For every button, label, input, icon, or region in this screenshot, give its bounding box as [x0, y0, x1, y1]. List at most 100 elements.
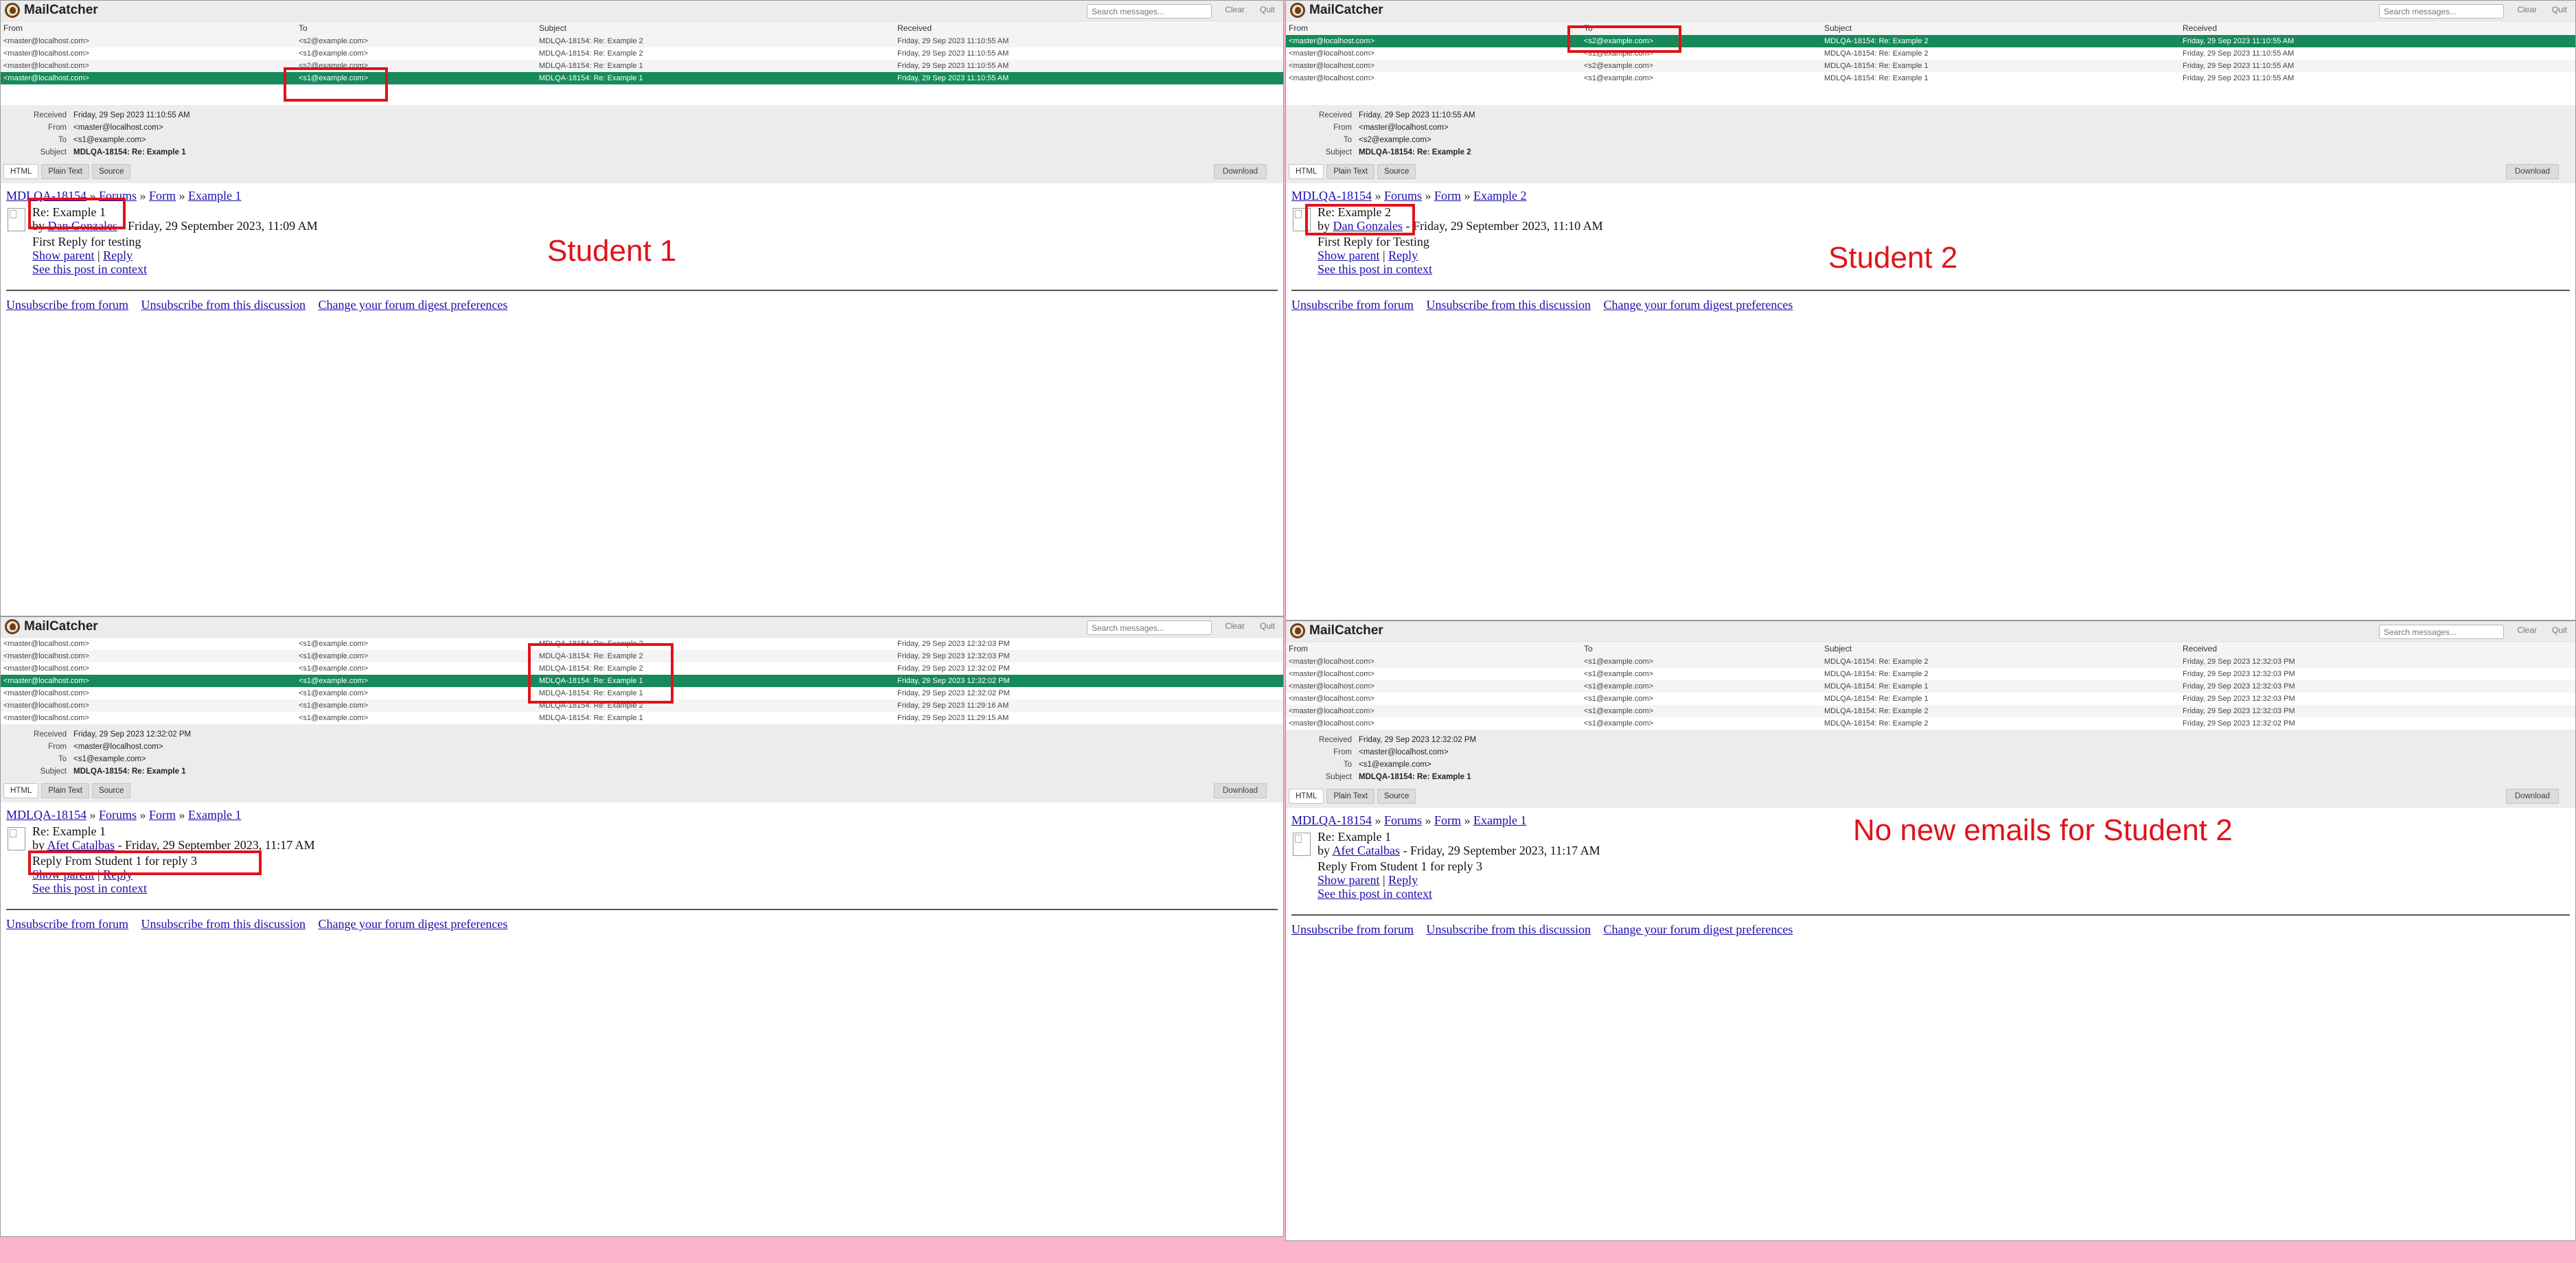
- show-parent-link[interactable]: Show parent: [32, 868, 94, 881]
- quit-button[interactable]: Quit: [2552, 5, 2567, 14]
- message-row-selected[interactable]: <master@localhost.com> <s2@example.com> MD…: [1286, 35, 2575, 47]
- quit-button[interactable]: Quit: [2552, 625, 2567, 635]
- breadcrumb-discussion-link[interactable]: Example 1: [188, 808, 241, 822]
- col-received[interactable]: Received: [897, 23, 1283, 33]
- message-row[interactable]: <master@localhost.com> <s1@example.com> MD…: [1286, 656, 2575, 668]
- message-row[interactable]: <master@localhost.com> <s1@example.com> MD…: [1286, 705, 2575, 717]
- unsubscribe-discussion-link[interactable]: Unsubscribe from this discussion: [141, 917, 305, 931]
- col-from[interactable]: From: [1286, 644, 1584, 653]
- breadcrumb-discussion-link[interactable]: Example 1: [188, 189, 241, 202]
- tab-source[interactable]: Source: [1377, 789, 1416, 804]
- message-row[interactable]: <master@localhost.com> <s1@example.com> MD…: [1, 650, 1283, 662]
- show-parent-link[interactable]: Show parent: [1318, 248, 1379, 262]
- breadcrumb-form-link[interactable]: Form: [1434, 813, 1461, 827]
- download-button[interactable]: Download: [1213, 164, 1267, 179]
- message-row[interactable]: <master@localhost.com> <s1@example.com> MD…: [1, 662, 1283, 675]
- message-row[interactable]: <master@localhost.com> <s1@example.com> MD…: [1286, 693, 2575, 705]
- digest-preferences-link[interactable]: Change your forum digest preferences: [318, 298, 507, 312]
- search-input[interactable]: [1087, 621, 1212, 635]
- unsubscribe-forum-link[interactable]: Unsubscribe from forum: [1291, 298, 1414, 312]
- message-row[interactable]: <master@localhost.com> <s2@example.com> MD…: [1, 35, 1283, 47]
- message-row[interactable]: <master@localhost.com> <s1@example.com> MD…: [1, 638, 1283, 650]
- reply-link[interactable]: Reply: [1388, 248, 1418, 262]
- breadcrumb-course-link[interactable]: MDLQA-18154: [1291, 189, 1372, 202]
- message-row[interactable]: <master@localhost.com> <s1@example.com> MD…: [1286, 668, 2575, 680]
- unsubscribe-discussion-link[interactable]: Unsubscribe from this discussion: [1426, 298, 1590, 312]
- digest-preferences-link[interactable]: Change your forum digest preferences: [1603, 923, 1793, 936]
- clear-button[interactable]: Clear: [1225, 5, 1245, 14]
- tab-plain-text[interactable]: Plain Text: [41, 783, 89, 798]
- breadcrumb-forums-link[interactable]: Forums: [99, 189, 137, 202]
- col-subject[interactable]: Subject: [1824, 23, 2183, 33]
- col-to[interactable]: To: [299, 23, 539, 33]
- tab-html[interactable]: HTML: [1289, 789, 1324, 804]
- col-from[interactable]: From: [1, 23, 299, 33]
- tab-plain-text[interactable]: Plain Text: [1326, 164, 1375, 179]
- author-link[interactable]: Afet Catalbas: [47, 838, 115, 852]
- tab-plain-text[interactable]: Plain Text: [41, 164, 89, 179]
- breadcrumb-course-link[interactable]: MDLQA-18154: [6, 808, 87, 822]
- message-row[interactable]: <master@localhost.com> <s1@example.com> MD…: [1, 712, 1283, 724]
- reply-link[interactable]: Reply: [1388, 873, 1418, 887]
- tab-html[interactable]: HTML: [3, 164, 39, 179]
- see-in-context-link[interactable]: See this post in context: [1318, 887, 1432, 901]
- clear-button[interactable]: Clear: [1225, 621, 1245, 631]
- breadcrumb-course-link[interactable]: MDLQA-18154: [1291, 813, 1372, 827]
- breadcrumb-form-link[interactable]: Form: [149, 189, 176, 202]
- message-row[interactable]: <master@localhost.com> <s1@example.com> MD…: [1, 687, 1283, 699]
- see-in-context-link[interactable]: See this post in context: [32, 262, 147, 276]
- author-link[interactable]: Afet Catalbas: [1333, 844, 1400, 857]
- author-link[interactable]: Dan Gonzales: [1333, 219, 1403, 233]
- tab-source[interactable]: Source: [1377, 164, 1416, 179]
- col-from[interactable]: From: [1286, 23, 1584, 33]
- col-received[interactable]: Received: [2183, 644, 2575, 653]
- col-subject[interactable]: Subject: [1824, 644, 2183, 653]
- message-row-selected[interactable]: <master@localhost.com> <s1@example.com> MD…: [1, 675, 1283, 687]
- tab-plain-text[interactable]: Plain Text: [1326, 789, 1375, 804]
- reply-link[interactable]: Reply: [103, 248, 133, 262]
- clear-button[interactable]: Clear: [2517, 5, 2537, 14]
- quit-button[interactable]: Quit: [1260, 621, 1275, 631]
- see-in-context-link[interactable]: See this post in context: [32, 881, 147, 895]
- search-input[interactable]: [1087, 4, 1212, 19]
- unsubscribe-forum-link[interactable]: Unsubscribe from forum: [6, 917, 128, 931]
- digest-preferences-link[interactable]: Change your forum digest preferences: [1603, 298, 1793, 312]
- tab-source[interactable]: Source: [91, 164, 131, 179]
- message-row-selected[interactable]: <master@localhost.com> <s1@example.com> MD…: [1, 72, 1283, 84]
- breadcrumb-forums-link[interactable]: Forums: [1384, 813, 1422, 827]
- show-parent-link[interactable]: Show parent: [32, 248, 94, 262]
- see-in-context-link[interactable]: See this post in context: [1318, 262, 1432, 276]
- show-parent-link[interactable]: Show parent: [1318, 873, 1379, 887]
- tab-html[interactable]: HTML: [1289, 164, 1324, 179]
- col-received[interactable]: Received: [2183, 23, 2575, 33]
- search-input[interactable]: [2379, 625, 2504, 639]
- unsubscribe-forum-link[interactable]: Unsubscribe from forum: [6, 298, 128, 312]
- quit-button[interactable]: Quit: [1260, 5, 1275, 14]
- message-row[interactable]: <master@localhost.com> <s1@example.com> MD…: [1, 47, 1283, 60]
- col-subject[interactable]: Subject: [539, 23, 897, 33]
- unsubscribe-forum-link[interactable]: Unsubscribe from forum: [1291, 923, 1414, 936]
- col-to[interactable]: To: [1584, 23, 1824, 33]
- breadcrumb-course-link[interactable]: MDLQA-18154: [6, 189, 87, 202]
- download-button[interactable]: Download: [2505, 164, 2559, 179]
- clear-button[interactable]: Clear: [2517, 625, 2537, 635]
- download-button[interactable]: Download: [1213, 783, 1267, 798]
- message-row[interactable]: <master@localhost.com> <s1@example.com> MD…: [1286, 47, 2575, 60]
- download-button[interactable]: Download: [2505, 789, 2559, 804]
- message-row[interactable]: <master@localhost.com> <s2@example.com> MD…: [1, 60, 1283, 72]
- breadcrumb-discussion-link[interactable]: Example 1: [1473, 813, 1526, 827]
- breadcrumb-forums-link[interactable]: Forums: [1384, 189, 1422, 202]
- col-to[interactable]: To: [1584, 644, 1824, 653]
- reply-link[interactable]: Reply: [103, 868, 133, 881]
- breadcrumb-discussion-link[interactable]: Example 2: [1473, 189, 1526, 202]
- breadcrumb-form-link[interactable]: Form: [1434, 189, 1461, 202]
- unsubscribe-discussion-link[interactable]: Unsubscribe from this discussion: [1426, 923, 1590, 936]
- message-row[interactable]: <master@localhost.com> <s1@example.com> MD…: [1286, 680, 2575, 693]
- search-input[interactable]: [2379, 4, 2504, 19]
- author-link[interactable]: Dan Gonzales: [48, 219, 117, 233]
- message-row[interactable]: <master@localhost.com> <s1@example.com> MD…: [1286, 72, 2575, 84]
- digest-preferences-link[interactable]: Change your forum digest preferences: [318, 917, 507, 931]
- tab-html[interactable]: HTML: [3, 783, 39, 798]
- tab-source[interactable]: Source: [91, 783, 131, 798]
- message-row[interactable]: <master@localhost.com> <s1@example.com> MD…: [1286, 717, 2575, 730]
